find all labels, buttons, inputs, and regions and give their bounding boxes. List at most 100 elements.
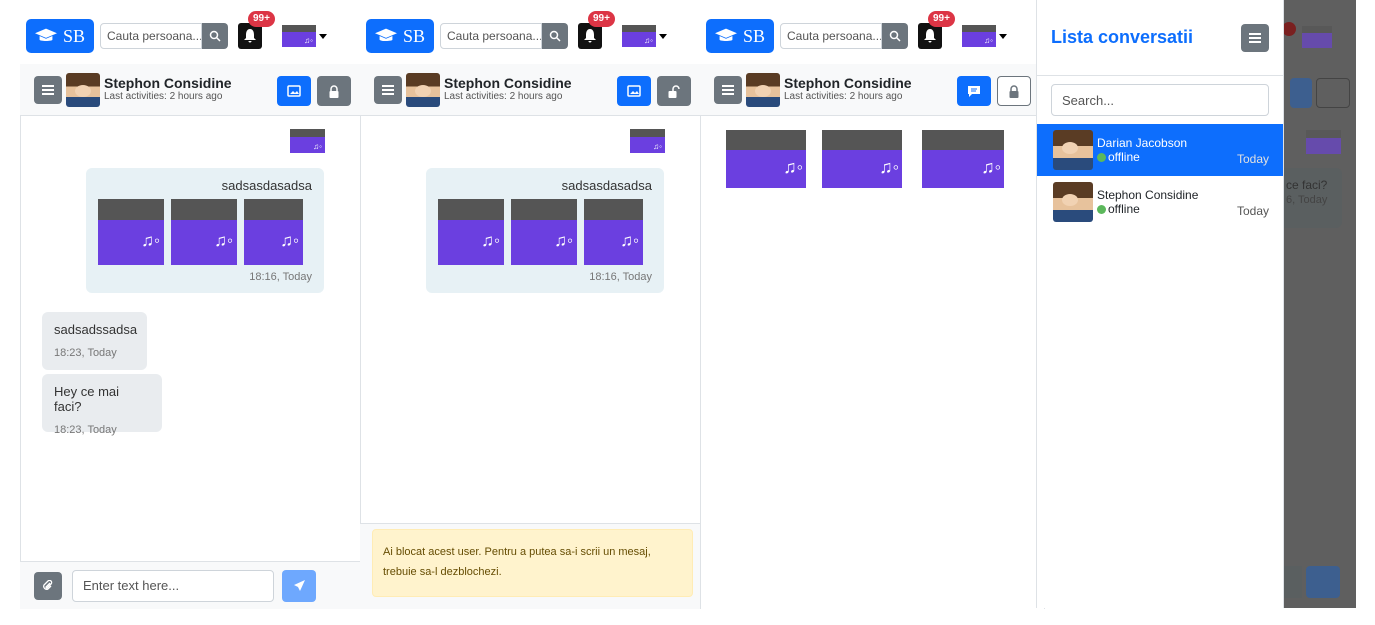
search-button[interactable]	[542, 23, 568, 49]
navbar: SB Cauta persoana... 99+ ♫◦	[26, 11, 359, 60]
menu-icon	[722, 84, 734, 95]
brand-label: SB	[402, 25, 426, 46]
chat-icon	[968, 85, 980, 97]
notifications-button[interactable]: 99+	[918, 11, 955, 49]
blocked-alert: Ai blocat acest user. Pentru a putea sa-…	[372, 529, 693, 597]
music-icon: ♫◦	[280, 231, 299, 250]
message-text: sadsasdasadsa	[561, 178, 652, 193]
contact-name: Stephon Considine	[104, 74, 232, 91]
gallery-button[interactable]	[617, 76, 651, 106]
search-input[interactable]: Cauta persoana...	[780, 23, 882, 49]
avatar	[66, 72, 100, 107]
menu-button[interactable]	[374, 75, 402, 104]
image-attachment[interactable]: ♫◦	[511, 199, 577, 265]
messages-button[interactable]	[957, 76, 991, 106]
music-icon: ♫◦	[644, 36, 653, 45]
notifications-button[interactable]: 99+	[238, 11, 275, 49]
contact-status: Last activities: 2 hours ago	[784, 90, 903, 102]
music-icon: ♫◦	[783, 157, 803, 177]
music-icon: ♫◦	[984, 36, 993, 45]
notification-badge: 99+	[248, 11, 275, 27]
brand-button[interactable]: SB	[706, 19, 774, 53]
avatar	[746, 72, 780, 107]
behind-message-text: ce faci?	[1286, 178, 1328, 192]
navbar: SB Cauta persoana... 99+ ♫◦	[706, 11, 1039, 60]
image-attachment[interactable]: ♫◦	[438, 199, 504, 265]
send-icon	[293, 580, 305, 591]
image-attachment[interactable]: ♫◦	[584, 199, 643, 265]
search-bar: Cauta persoana...	[100, 23, 228, 49]
notification-badge: 99+	[928, 11, 955, 27]
menu-icon	[1249, 32, 1261, 43]
menu-button[interactable]	[34, 75, 62, 104]
music-icon: ♫◦	[141, 231, 160, 250]
block-button[interactable]	[317, 76, 351, 106]
graduation-cap-icon	[714, 28, 737, 42]
menu-icon	[42, 84, 54, 95]
music-icon: ♫◦	[620, 231, 639, 250]
search-button[interactable]	[882, 23, 908, 49]
navbar: SB Cauta persoana... 99+ ♫◦	[366, 11, 699, 60]
search-icon	[889, 30, 901, 42]
bell-icon	[924, 29, 936, 43]
chat-panel-blocked: SB Cauta persoana... 99+ ♫◦ Stephon Cons…	[360, 0, 705, 625]
lock-icon	[1009, 84, 1019, 98]
profile-dropdown[interactable]: ♫◦	[622, 25, 667, 47]
bell-icon	[244, 29, 256, 43]
image-attachment[interactable]: ♫◦	[244, 199, 303, 265]
message-text: sadsasdasadsa	[221, 178, 312, 193]
image-attachment[interactable]: ♫◦	[98, 199, 164, 265]
brand-label: SB	[742, 25, 766, 46]
unblock-button[interactable]	[657, 76, 691, 106]
gallery-image[interactable]: ♫◦	[922, 130, 1004, 188]
message-time: 18:16, Today	[249, 271, 312, 283]
search-input[interactable]: Cauta persoana...	[100, 23, 202, 49]
gallery-button[interactable]	[277, 76, 311, 106]
message-images: ♫◦ ♫◦ ♫◦	[86, 193, 324, 265]
contact-name: Stephon Considine	[444, 74, 572, 91]
attach-button[interactable]	[34, 571, 62, 600]
message-time: 18:23, Today	[54, 347, 117, 359]
gallery-image[interactable]: ♫◦	[726, 130, 806, 188]
message-input[interactable]: Enter text here...	[72, 569, 274, 602]
chevron-down-icon	[319, 33, 327, 39]
profile-dropdown[interactable]: ♫◦	[962, 25, 1007, 47]
conversations-sidebar: Lista conversatii Search... Darian Jacob…	[1036, 0, 1284, 608]
search-button[interactable]	[202, 23, 228, 49]
gallery-image[interactable]: ♫◦	[822, 130, 902, 188]
profile-thumbnail: ♫◦	[282, 25, 316, 47]
conversation-item[interactable]: Stephon Considine offline Today	[1037, 176, 1283, 228]
profile-dropdown[interactable]: ♫◦	[282, 25, 327, 47]
music-icon: ♫◦	[554, 231, 573, 250]
brand-button[interactable]: SB	[366, 19, 434, 53]
brand-button[interactable]: SB	[26, 19, 94, 53]
message-bubble-received: sadsadssadsa 18:23, Today	[42, 312, 147, 370]
search-icon	[209, 30, 221, 42]
search-bar: Cauta persoana...	[440, 23, 568, 49]
shared-image-thumbnail[interactable]: ♫◦	[630, 129, 665, 153]
message-time: 18:23, Today	[54, 424, 117, 436]
conversation-search-input[interactable]: Search...	[1051, 84, 1269, 116]
graduation-cap-icon	[34, 28, 57, 42]
conversation-time: Today	[1236, 152, 1269, 166]
search-input[interactable]: Cauta persoana...	[440, 23, 542, 49]
message-composer: Enter text here...	[20, 561, 365, 609]
chat-header: Stephon Considine Last activities: 2 hour…	[20, 64, 365, 116]
notifications-button[interactable]: 99+	[578, 11, 615, 49]
conversation-item[interactable]: Darian Jacobson offline Today	[1037, 124, 1283, 176]
image-attachment[interactable]: ♫◦	[171, 199, 237, 265]
profile-thumbnail: ♫◦	[622, 25, 656, 47]
message-text: sadsadssadsa	[54, 322, 138, 337]
conversation-time: Today	[1236, 204, 1269, 218]
music-icon: ♫◦	[981, 157, 1001, 177]
block-button[interactable]	[997, 76, 1031, 106]
notification-badge: 99+	[588, 11, 615, 27]
graduation-cap-icon	[374, 28, 397, 42]
contact-status: Last activities: 2 hours ago	[444, 90, 563, 102]
send-button[interactable]	[282, 569, 316, 602]
sidebar-menu-button[interactable]	[1241, 23, 1269, 52]
conversation-name: Darian Jacobson	[1097, 136, 1188, 150]
menu-button[interactable]	[714, 75, 742, 104]
shared-image-thumbnail[interactable]: ♫◦	[290, 129, 325, 153]
sidebar-header: Lista conversatii	[1037, 0, 1283, 76]
